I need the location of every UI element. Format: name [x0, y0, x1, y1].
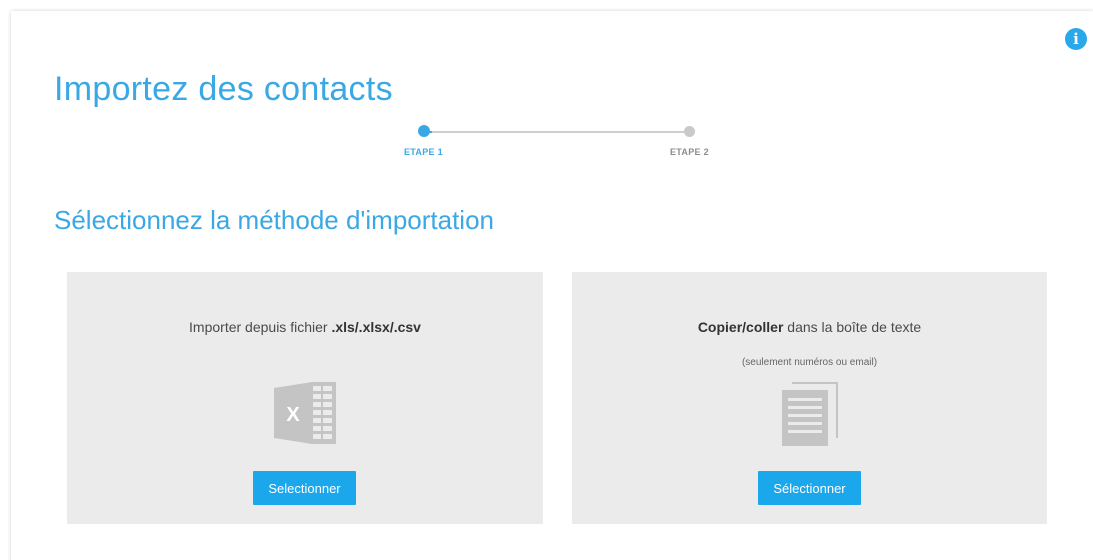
text-document-icon [782, 382, 838, 446]
file-import-title: Importer depuis fichier .xls/.xlsx/.csv [67, 319, 543, 335]
file-import-card: Importer depuis fichier .xls/.xlsx/.csv [67, 272, 543, 524]
page: i Importez des contacts ETAPE 1 ETAPE 2 … [0, 0, 1093, 560]
step-1-dot [418, 125, 430, 137]
step-2-dot [684, 126, 695, 137]
select-file-button[interactable]: Selectionner [253, 471, 356, 505]
section-title: Sélectionnez la méthode d'importation [54, 205, 495, 235]
page-title: Importez des contacts [54, 70, 393, 108]
paste-import-title-text: dans la boîte de texte [783, 319, 922, 335]
excel-file-icon: X [274, 382, 336, 444]
import-stepper: ETAPE 1 ETAPE 2 [0, 124, 1093, 164]
select-paste-button[interactable]: Sélectionner [758, 471, 861, 505]
step-2-label: ETAPE 2 [670, 147, 709, 157]
paste-import-card: Copier/coller dans la boîte de texte (se… [572, 272, 1047, 524]
step-1-label: ETAPE 1 [404, 147, 443, 157]
excel-letter: X [286, 404, 300, 426]
stepper-track [424, 131, 690, 133]
file-import-formats: .xls/.xlsx/.csv [331, 319, 421, 335]
file-import-title-text: Importer depuis fichier [189, 319, 332, 335]
paste-import-title-bold: Copier/coller [697, 319, 784, 335]
info-icon[interactable]: i [1065, 28, 1087, 50]
excel-grid [310, 382, 336, 444]
paste-import-subtitle: (seulement numéros ou email) [741, 357, 878, 368]
paste-import-title: Copier/coller dans la boîte de texte [572, 319, 1047, 335]
